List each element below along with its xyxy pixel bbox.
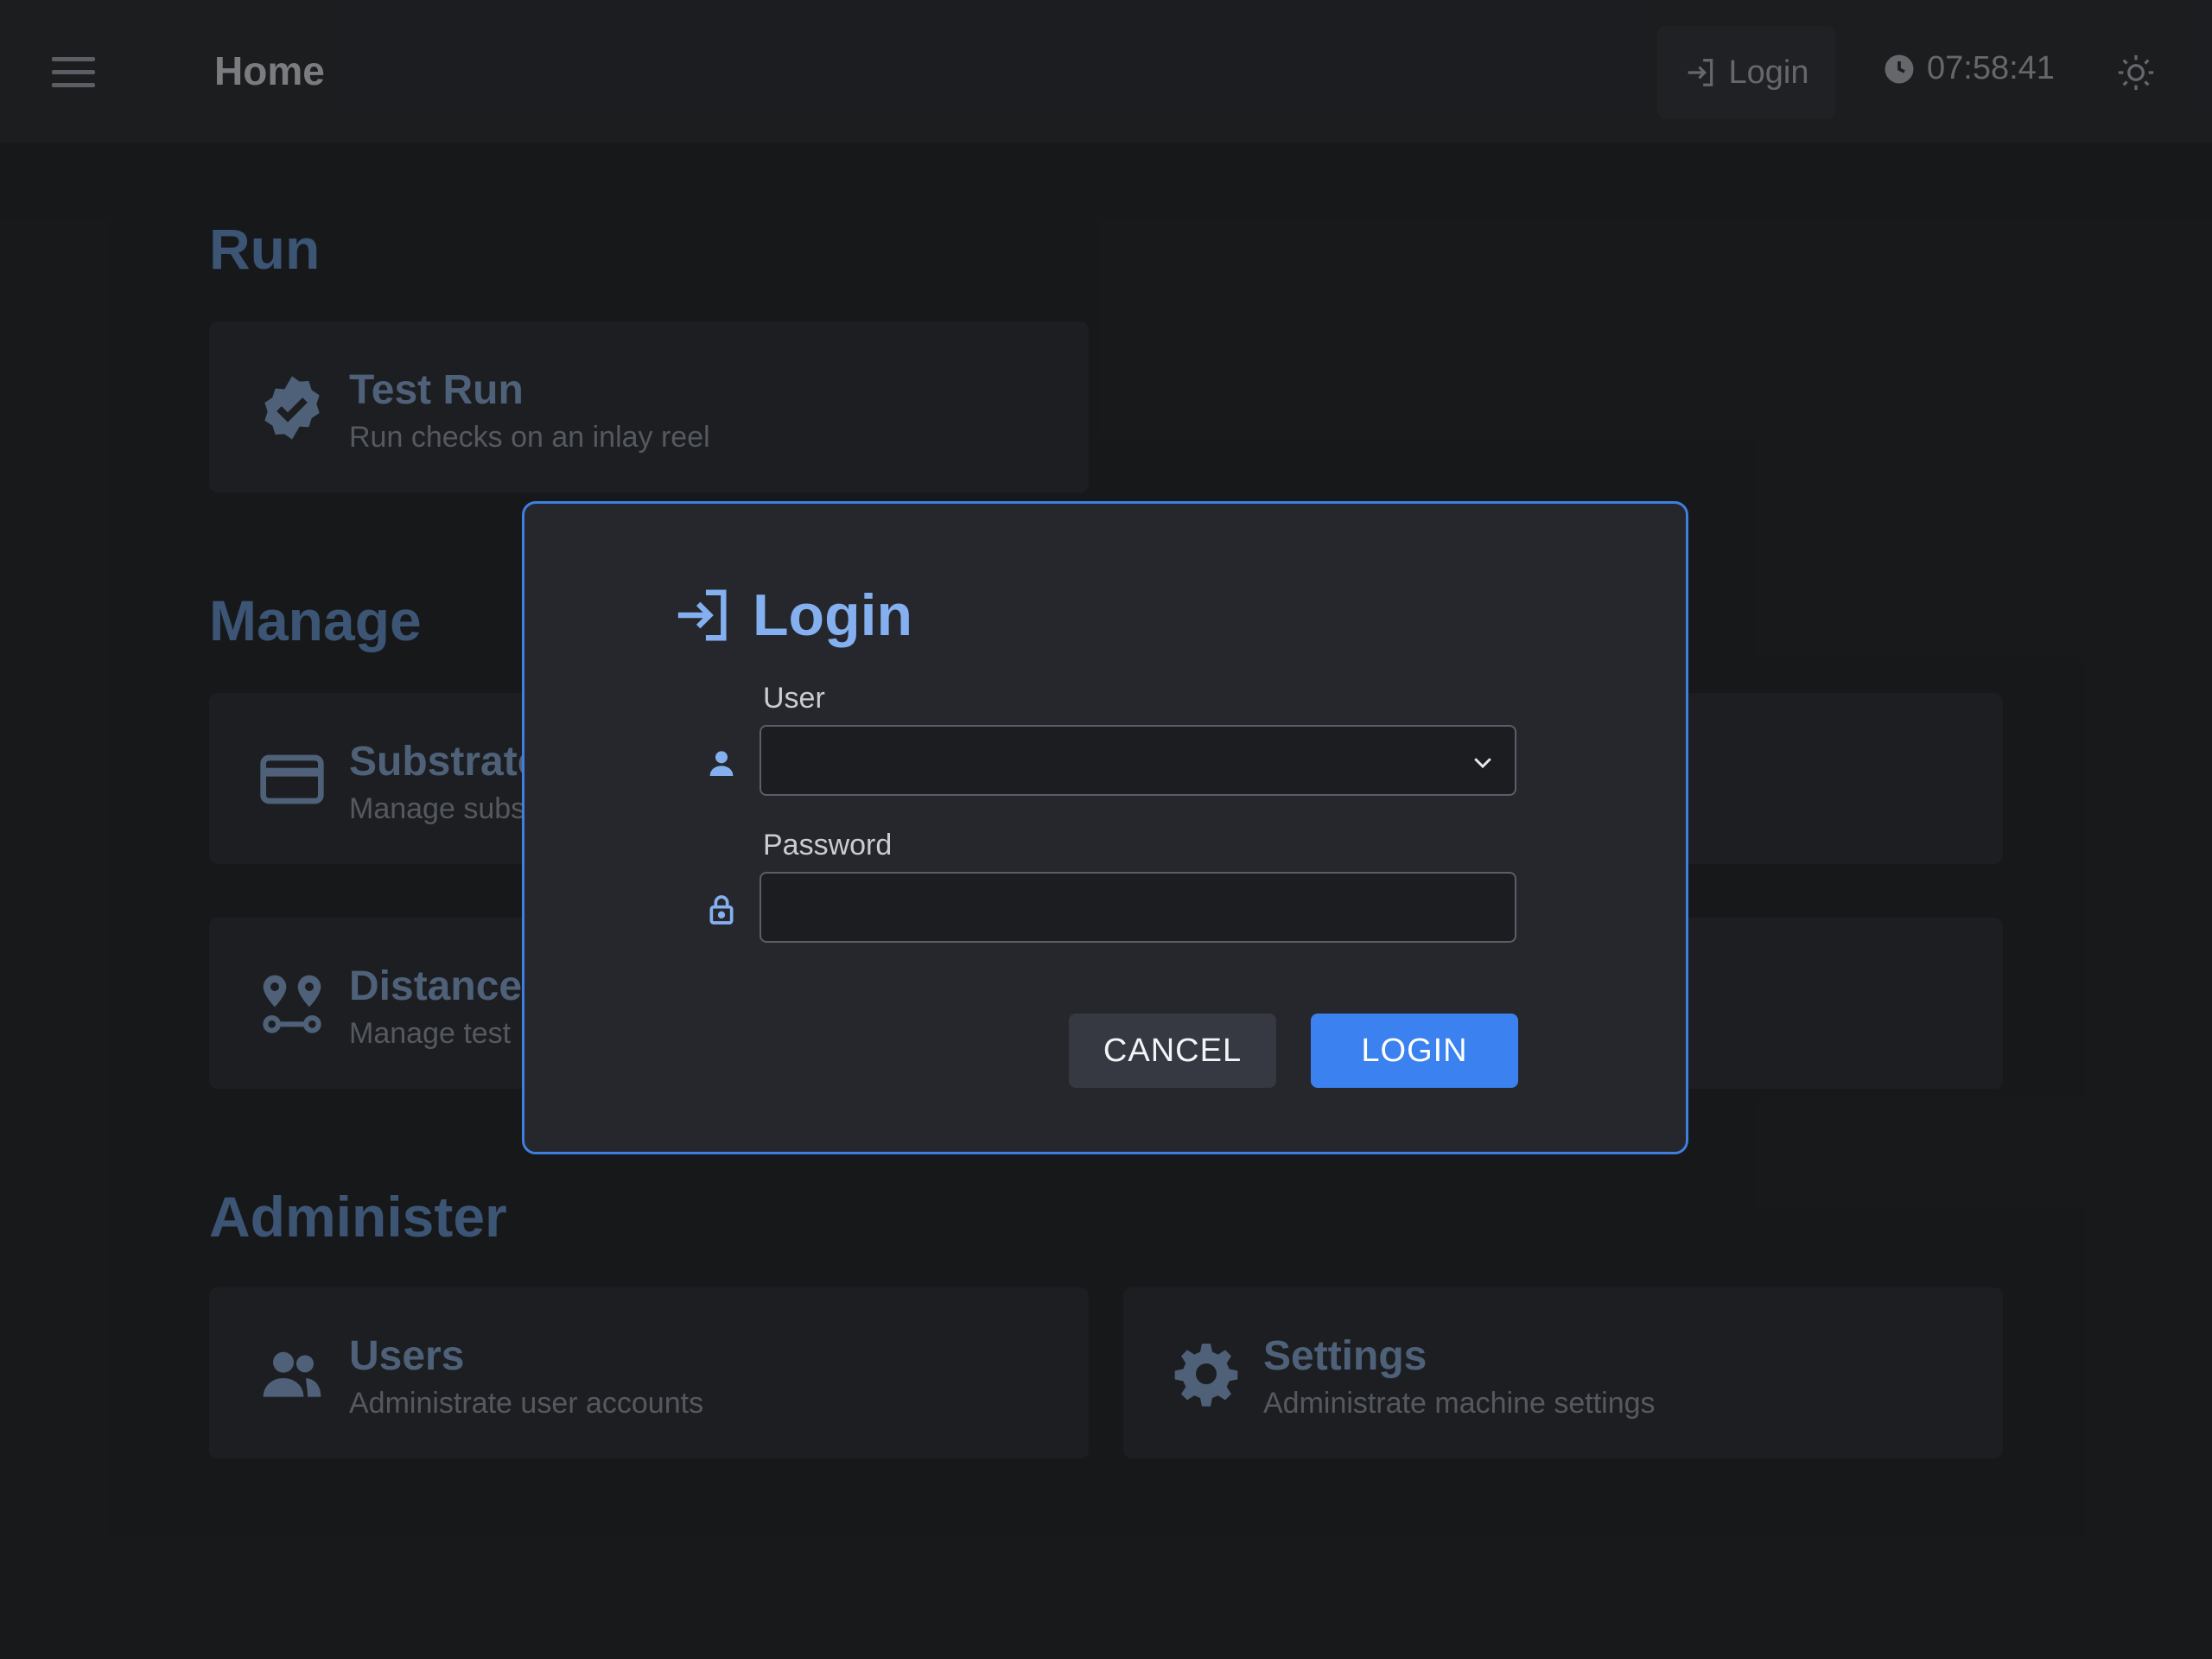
lock-icon xyxy=(709,895,734,925)
password-input[interactable] xyxy=(761,874,1515,941)
cancel-button[interactable]: CANCEL xyxy=(1069,1014,1276,1088)
user-select[interactable] xyxy=(760,725,1516,796)
dialog-title: Login xyxy=(673,582,912,649)
login-dialog: Login User Password CANCEL LOGIN xyxy=(522,501,1688,1154)
password-field[interactable] xyxy=(760,872,1516,943)
chevron-down-icon[interactable] xyxy=(1470,749,1496,775)
user-input[interactable] xyxy=(761,727,1515,794)
login-button[interactable]: LOGIN xyxy=(1311,1014,1518,1088)
login-icon xyxy=(677,589,727,641)
dialog-title-text: Login xyxy=(753,582,913,648)
user-icon xyxy=(709,751,734,776)
password-label: Password xyxy=(763,829,893,861)
user-label: User xyxy=(763,682,825,715)
